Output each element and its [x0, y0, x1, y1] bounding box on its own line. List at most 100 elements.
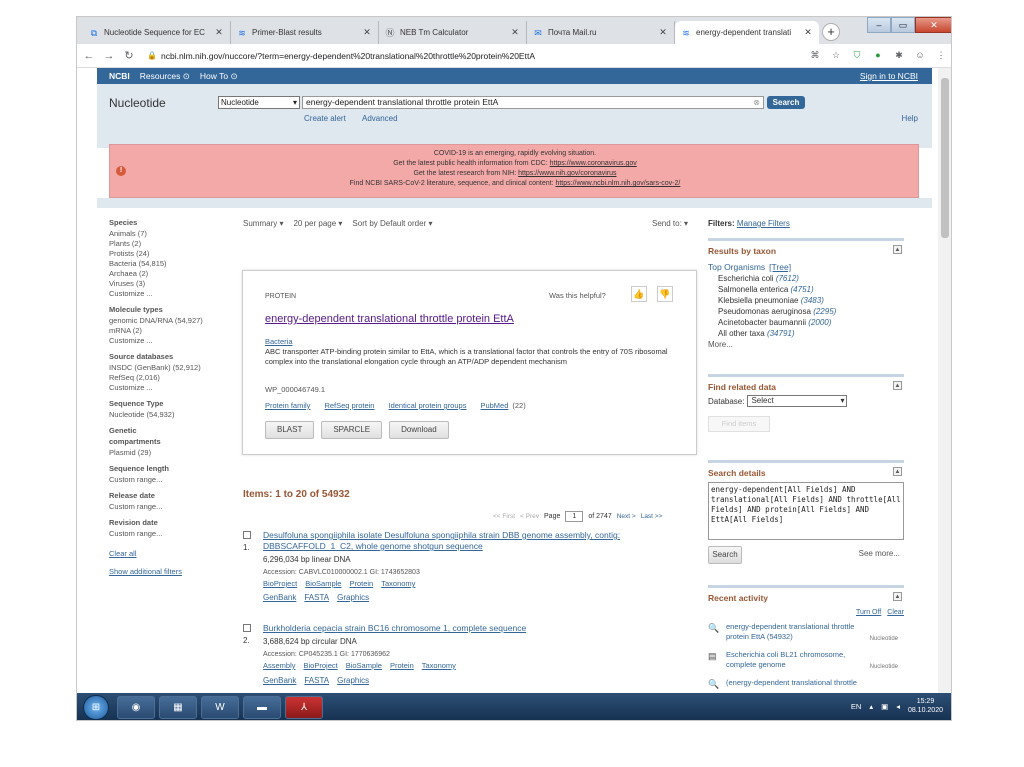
star-icon[interactable]: ☆: [830, 49, 842, 61]
create-alert-link[interactable]: Create alert: [304, 114, 346, 123]
graphics-link[interactable]: Graphics: [337, 676, 369, 685]
card-title-link[interactable]: energy-dependent translational throttle …: [265, 313, 514, 325]
activity-item[interactable]: 🔍 (energy-dependent translational thrott…: [708, 678, 904, 693]
facet-item[interactable]: mRNA (2): [109, 326, 229, 336]
refseq-protein-link[interactable]: RefSeq protein: [324, 401, 374, 410]
pubmed-link[interactable]: PubMed: [480, 401, 508, 410]
more-taxa-link[interactable]: More...: [708, 339, 904, 350]
advanced-link[interactable]: Advanced: [362, 114, 398, 123]
biosample-link[interactable]: BioSample: [346, 661, 382, 670]
facet-item[interactable]: Viruses (3): [109, 279, 229, 289]
howto-menu[interactable]: How To ⊙: [200, 71, 238, 82]
facet-item[interactable]: Plants (2): [109, 239, 229, 249]
organism-link[interactable]: Bacteria: [265, 337, 293, 346]
first-page-link[interactable]: << First: [493, 513, 515, 520]
close-icon[interactable]: ✕: [510, 27, 520, 38]
result-title-link[interactable]: Burkholderia cepacia strain BC16 chromos…: [263, 623, 693, 634]
tab-primer-blast[interactable]: ≋ Primer-Blast results ✕: [231, 21, 379, 44]
protein-link[interactable]: Protein: [349, 579, 373, 588]
see-more-link[interactable]: See more...: [859, 549, 900, 558]
clear-search-icon[interactable]: ⊗: [753, 97, 760, 108]
close-icon[interactable]: ✕: [803, 27, 813, 38]
thumbs-up-icon[interactable]: 👍: [631, 286, 647, 302]
protein-link[interactable]: Protein: [390, 661, 414, 670]
sars-cov-2-link[interactable]: https://www.ncbi.nlm.nih.gov/sars-cov-2/: [555, 180, 680, 187]
close-icon[interactable]: ✕: [658, 27, 668, 38]
genbank-link[interactable]: GenBank: [263, 676, 296, 685]
page-number-input[interactable]: 1: [565, 511, 584, 522]
facet-item[interactable]: RefSeq (2,016): [109, 373, 229, 383]
send-to-dropdown[interactable]: Send to: ▾: [652, 219, 688, 228]
facet-customize[interactable]: Custom range...: [109, 529, 229, 539]
manage-filters-link[interactable]: Manage Filters: [737, 219, 790, 228]
collapse-icon[interactable]: ▲: [893, 592, 902, 601]
collapse-icon[interactable]: ▲: [893, 467, 902, 476]
fasta-link[interactable]: FASTA: [304, 676, 329, 685]
bioproject-link[interactable]: BioProject: [263, 579, 297, 588]
taxon-item[interactable]: Klebsiella pneumoniae (3483): [718, 295, 904, 306]
next-page-link[interactable]: Next >: [617, 513, 636, 520]
collapse-icon[interactable]: ▲: [893, 245, 902, 254]
facet-item[interactable]: Protists (24): [109, 249, 229, 259]
back-arrow-icon[interactable]: ←: [81, 50, 97, 62]
top-organisms-tab[interactable]: Top Organisms: [708, 262, 765, 272]
page-scrollbar[interactable]: [938, 68, 951, 693]
taxon-item[interactable]: Escherichia coli (7612): [718, 273, 904, 284]
taxonomy-link[interactable]: Taxonomy: [381, 579, 415, 588]
resources-menu[interactable]: Resources ⊙: [140, 71, 190, 82]
facet-item[interactable]: Animals (7): [109, 229, 229, 239]
close-window-icon[interactable]: ✕: [915, 17, 951, 33]
tab-mail[interactable]: ✉ Почта Mail.ru ✕: [527, 21, 675, 44]
activity-item[interactable]: 🔍 energy-dependent translational throttl…: [708, 622, 904, 644]
puzzle-icon[interactable]: ✱: [893, 49, 905, 61]
per-page-dropdown[interactable]: 20 per page ▾: [293, 219, 342, 228]
close-icon[interactable]: ✕: [362, 27, 372, 38]
graphics-link[interactable]: Graphics: [337, 593, 369, 602]
taxon-item[interactable]: Acinetobacter baumannii (2000): [718, 317, 904, 328]
network-icon[interactable]: ▣: [881, 702, 888, 711]
minimize-icon[interactable]: –: [867, 17, 891, 33]
facet-customize[interactable]: Customize ...: [109, 336, 229, 346]
sign-in-link[interactable]: Sign in to NCBI: [860, 71, 918, 81]
taxonomy-link[interactable]: Taxonomy: [422, 661, 456, 670]
details-search-button[interactable]: Search: [708, 546, 742, 564]
forward-arrow-icon[interactable]: →: [101, 50, 117, 62]
facet-customize[interactable]: Custom range...: [109, 475, 229, 485]
shield-icon[interactable]: ⛉: [851, 49, 863, 61]
extension-icon[interactable]: ●: [872, 49, 884, 61]
activity-item[interactable]: ▤ Escherichia coli BL21 chromosome, comp…: [708, 650, 904, 672]
sparcle-button[interactable]: SPARCLE: [321, 421, 383, 439]
start-button[interactable]: ⊞: [83, 695, 109, 720]
fasta-link[interactable]: FASTA: [304, 593, 329, 602]
protein-family-link[interactable]: Protein family: [265, 401, 310, 410]
result-title-link[interactable]: Desulfoluna spongiiphila isolate Desulfo…: [263, 530, 693, 552]
language-indicator[interactable]: EN: [851, 702, 861, 711]
scroll-thumb[interactable]: [941, 78, 949, 238]
word-taskbar-icon[interactable]: W: [201, 696, 239, 719]
biosample-link[interactable]: BioSample: [305, 579, 341, 588]
clear-link[interactable]: Clear: [887, 609, 904, 616]
download-button[interactable]: Download: [389, 421, 449, 439]
facet-item[interactable]: Archaea (2): [109, 269, 229, 279]
facet-customize[interactable]: Custom range...: [109, 502, 229, 512]
show-additional-filters-link[interactable]: Show additional filters: [109, 567, 229, 577]
facet-customize[interactable]: Customize ...: [109, 383, 229, 393]
volume-icon[interactable]: ◂: [896, 702, 900, 711]
maximize-icon[interactable]: ▭: [891, 17, 915, 33]
taxon-item[interactable]: All other taxa (34791): [718, 328, 904, 339]
last-page-link[interactable]: Last >>: [641, 513, 663, 520]
facet-item[interactable]: Nucleotide (54,932): [109, 410, 229, 420]
tab-energy-dependent[interactable]: ≋ energy-dependent translati ✕: [675, 21, 819, 44]
blast-button[interactable]: BLAST: [265, 421, 315, 439]
facet-item[interactable]: genomic DNA/RNA (54,927): [109, 316, 229, 326]
translate-icon[interactable]: ⌘: [809, 49, 821, 61]
thumbs-down-icon[interactable]: 👎: [657, 286, 673, 302]
facet-item[interactable]: INSDC (GenBank) (52,912): [109, 363, 229, 373]
chrome-taskbar-icon[interactable]: ◉: [117, 696, 155, 719]
new-tab-button[interactable]: +: [822, 23, 840, 41]
tray-arrow-icon[interactable]: ▴: [869, 702, 873, 711]
profile-icon[interactable]: ☺: [914, 49, 926, 61]
tab-neb-tm[interactable]: Ⓝ NEB Tm Calculator ✕: [379, 21, 527, 44]
menu-icon[interactable]: ⋮: [935, 49, 947, 61]
pdf-taskbar-icon[interactable]: ⅄: [285, 696, 323, 719]
